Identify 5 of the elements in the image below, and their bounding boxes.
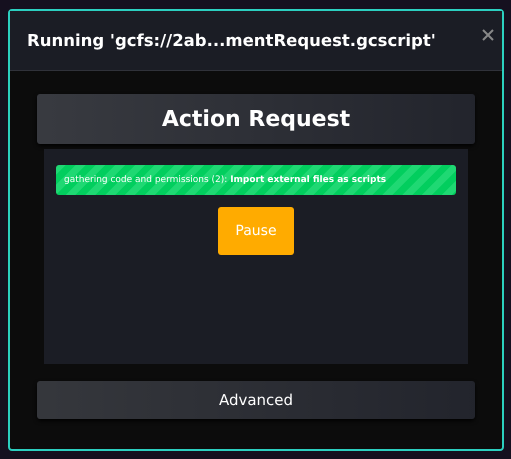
progress-text: gathering code and permissions (2): Import external files as scripts [64,175,386,185]
dialog-title: Running 'gcfs://2ab...mentRequest.gcscript' [27,31,436,50]
section-heading: Action Request [37,94,475,144]
advanced-button[interactable]: Advanced [37,381,475,419]
close-icon[interactable] [481,28,495,42]
